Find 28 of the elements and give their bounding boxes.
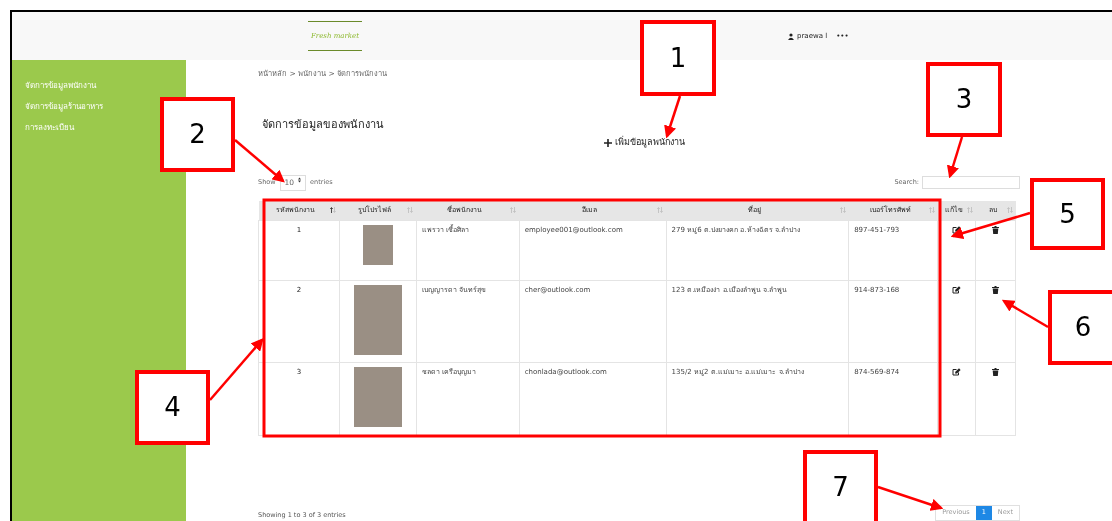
sort-icon[interactable] (330, 206, 337, 213)
arrow (946, 136, 964, 179)
callout-number: 5 (1030, 178, 1105, 250)
user-icon (788, 32, 795, 40)
page-title: จัดการข้อมูลของพนักงาน (262, 117, 385, 134)
edit-icon[interactable] (952, 226, 962, 235)
callout-number: 1 (640, 20, 716, 96)
trash-icon[interactable] (992, 226, 999, 235)
callout-number: 6 (1048, 290, 1112, 365)
photo-placeholder (362, 225, 393, 265)
callout-number: 3 (926, 62, 1002, 137)
edit-icon[interactable] (952, 286, 962, 295)
plus-icon (604, 138, 612, 147)
arrow (209, 338, 264, 401)
arrow (1001, 299, 1049, 329)
arrow (234, 139, 285, 183)
edit-icon[interactable] (952, 368, 962, 377)
arrow (877, 485, 944, 511)
photo-placeholder (353, 285, 402, 355)
callout-number: 2 (160, 97, 235, 172)
trash-icon[interactable] (992, 368, 999, 377)
search-field[interactable] (922, 176, 1020, 190)
trash-icon[interactable] (992, 286, 999, 295)
photo-placeholder (353, 367, 402, 427)
caret-icon (298, 177, 302, 184)
add-employee-button[interactable]: เพิ่มข้อมูลพนักงาน (604, 135, 685, 150)
callout-number: 7 (803, 450, 878, 521)
callout-number: 4 (135, 370, 210, 445)
